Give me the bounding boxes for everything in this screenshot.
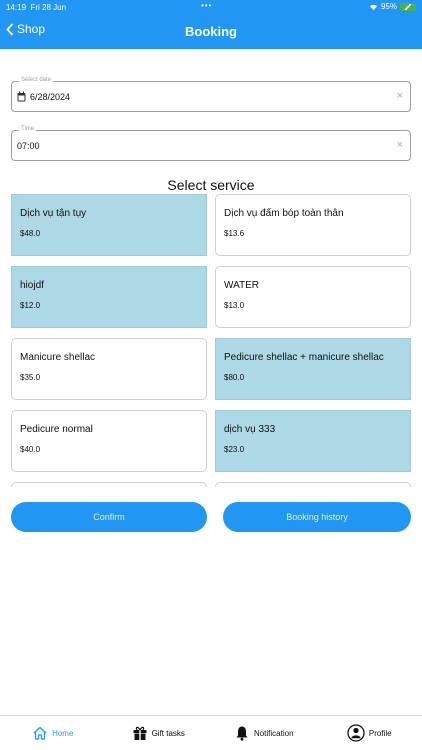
time-field[interactable]: Time 07:00 ×	[11, 126, 411, 161]
service-price: $48.0	[20, 229, 41, 238]
service-price: $23.0	[224, 445, 245, 454]
service-card[interactable]	[11, 482, 207, 487]
tab-bar: Home Gift tasks Notification Profile	[0, 715, 422, 750]
service-name: Manicure shellac	[20, 352, 96, 363]
profile-icon	[347, 724, 365, 742]
booking-history-button[interactable]: Booking history	[223, 502, 411, 532]
nav-bar: Shop Booking	[0, 14, 422, 49]
multitask-dots-icon: •••	[201, 1, 213, 10]
service-card[interactable]: Manicure shellac $35.0	[11, 338, 207, 400]
service-name: Dịch vụ đấm bóp toàn thân	[224, 208, 344, 219]
status-date: Fri 28 Jun	[30, 3, 67, 12]
service-price: $12.0	[20, 301, 41, 310]
calendar-icon	[17, 91, 26, 102]
status-bar: 14:19 Fri 28 Jun ••• 95%	[0, 0, 422, 14]
date-field-label: Select date	[19, 77, 54, 83]
service-name: WATER	[224, 280, 259, 291]
service-card[interactable]: Dịch vụ tận tụy $48.0	[11, 194, 207, 256]
service-price: $40.0	[20, 445, 41, 454]
service-name: Pedicure normal	[20, 424, 93, 435]
service-price: $13.0	[224, 301, 245, 310]
service-price: $80.0	[224, 373, 245, 382]
tab-gift-tasks[interactable]: Gift tasks	[106, 716, 212, 750]
gift-icon	[133, 726, 147, 740]
status-time: 14:19 Fri 28 Jun	[6, 3, 66, 12]
tab-gift-tasks-label: Gift tasks	[151, 728, 185, 738]
service-card[interactable]: dịch vụ 333 $23.0	[215, 410, 411, 472]
service-card[interactable]: Dịch vụ đấm bóp toàn thân $13.6	[215, 194, 411, 256]
home-icon	[33, 726, 47, 740]
service-price: $35.0	[20, 373, 41, 382]
page-title: Booking	[185, 24, 237, 39]
service-card[interactable]: WATER $13.0	[215, 266, 411, 328]
date-field[interactable]: Select date 6/28/2024 ×	[11, 77, 411, 112]
service-name: hiojdf	[20, 280, 44, 291]
time-value: 07:00	[17, 141, 40, 151]
section-title: Select service	[167, 177, 255, 193]
service-name: dịch vụ 333	[224, 424, 276, 435]
status-clock: 14:19	[6, 3, 27, 12]
tab-notification[interactable]: Notification	[211, 716, 317, 750]
time-field-label: Time	[19, 126, 37, 132]
service-price: $13.6	[224, 229, 245, 238]
battery-percent: 95%	[380, 2, 397, 11]
service-name: Dịch vụ tận tụy	[20, 208, 87, 219]
service-card[interactable]	[215, 482, 411, 487]
tab-profile[interactable]: Profile	[317, 716, 422, 750]
service-card[interactable]: Pedicure normal $40.0	[11, 410, 207, 472]
bell-icon	[236, 726, 248, 741]
status-right: 95%	[369, 2, 416, 11]
clear-time-icon[interactable]: ×	[397, 139, 403, 151]
confirm-button[interactable]: Confirm	[11, 502, 207, 532]
tab-home-label: Home	[52, 728, 74, 738]
service-card[interactable]: hiojdf $12.0	[11, 266, 207, 328]
battery-charging-icon	[400, 2, 416, 11]
tab-profile-label: Profile	[368, 728, 392, 738]
clear-date-icon[interactable]: ×	[397, 90, 403, 102]
tab-notification-label: Notification	[253, 728, 294, 738]
service-name: Pedicure shellac + manicure shellac	[224, 352, 384, 363]
tab-home[interactable]: Home	[0, 716, 106, 750]
wifi-icon	[369, 4, 378, 10]
date-value: 6/28/2024	[30, 92, 71, 102]
service-grid[interactable]: Dịch vụ tận tụy $48.0 Dịch vụ đấm bóp to…	[0, 194, 422, 487]
service-card[interactable]: Pedicure shellac + manicure shellac $80.…	[215, 338, 411, 400]
